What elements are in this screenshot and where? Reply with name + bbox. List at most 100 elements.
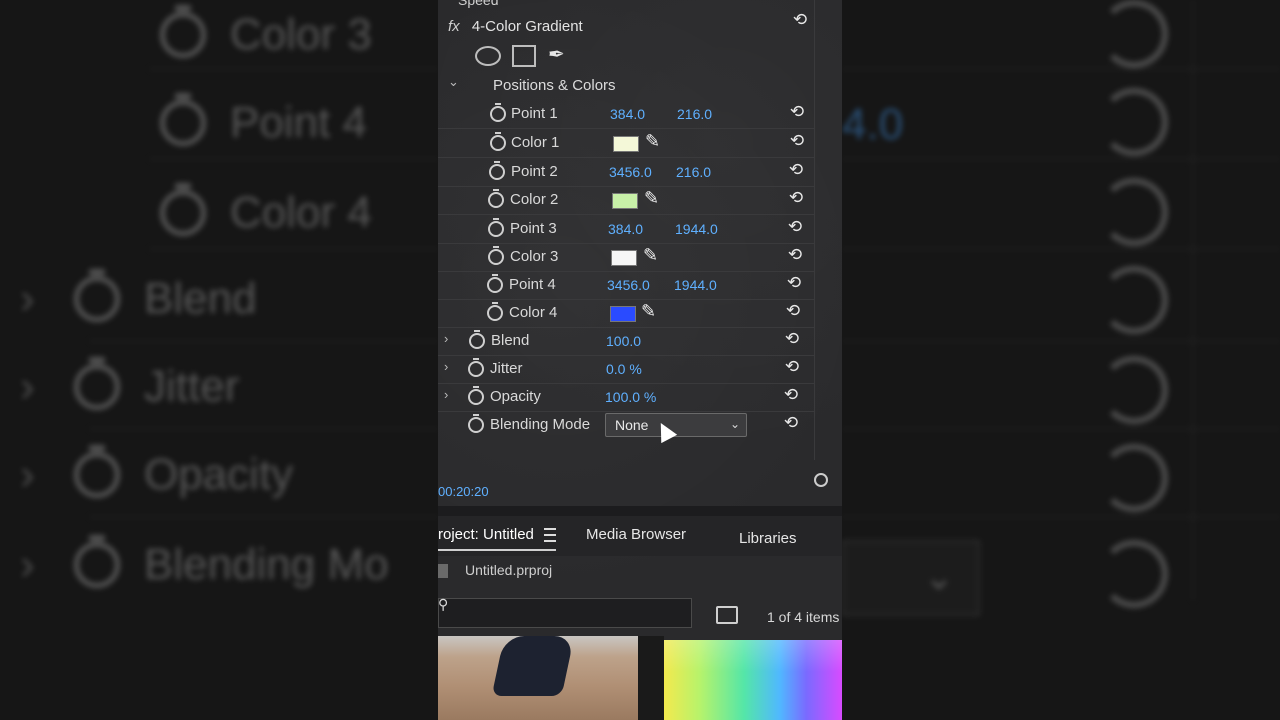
- reset-icon[interactable]: ⟲: [788, 189, 804, 206]
- timecode[interactable]: 00:20:20: [438, 484, 489, 499]
- tab-project[interactable]: roject: Untitled: [438, 526, 534, 543]
- premiere-panel: Speed fx 4-Color Gradient ⟲ ✒ ⌄ Position…: [438, 0, 842, 720]
- bg-row: › Opacity: [20, 445, 294, 499]
- tab-libraries[interactable]: Libraries: [739, 530, 797, 547]
- param-row-point-3: Point 3 384.0 1944.0 ⟲: [438, 215, 814, 244]
- effect-controls: Speed fx 4-Color Gradient ⟲ ✒ ⌄ Position…: [438, 0, 842, 488]
- reset-icon[interactable]: ⟲: [789, 103, 805, 120]
- eyedropper-icon[interactable]: ✎: [643, 245, 663, 267]
- reset-icon[interactable]: ⟲: [788, 161, 804, 178]
- param-label: Color 4: [509, 304, 558, 321]
- stopwatch-icon[interactable]: [488, 189, 504, 208]
- chevron-down-icon[interactable]: ⌄: [448, 74, 459, 90]
- param-label: Point 4: [509, 276, 556, 293]
- bg-value: 4.0: [842, 100, 904, 149]
- menu-icon[interactable]: [544, 528, 556, 542]
- reset-icon[interactable]: ⟲: [792, 11, 808, 28]
- param-row-point-2: Point 2 3456.0 216.0 ⟲: [438, 158, 814, 187]
- x-value[interactable]: 384.0: [608, 221, 643, 237]
- eyedropper-icon[interactable]: ✎: [645, 131, 665, 153]
- rectangle-mask-icon[interactable]: [512, 45, 536, 67]
- param-row-opacity: › Opacity 100.0 % ⟲: [438, 383, 814, 412]
- param-label: Opacity: [490, 388, 541, 405]
- param-label: Color 2: [510, 191, 559, 208]
- param-row-color-2: Color 2 ✎ ⟲: [438, 186, 814, 215]
- ellipse-mask-icon[interactable]: [475, 46, 501, 66]
- stopwatch-icon[interactable]: [487, 274, 503, 293]
- reset-icon[interactable]: ⟲: [783, 414, 799, 431]
- param-row-color-1: Color 1 ✎ ⟲: [438, 129, 814, 158]
- color-swatch[interactable]: [611, 250, 637, 266]
- reset-icon[interactable]: ⟲: [783, 386, 799, 403]
- x-value[interactable]: 384.0: [610, 106, 645, 122]
- stopwatch-icon[interactable]: [487, 302, 503, 321]
- bg-reset-icon: [1100, 266, 1168, 334]
- param-row-color-4: Color 4 ✎ ⟲: [438, 299, 814, 328]
- bg-reset-icon: [1100, 444, 1168, 512]
- reset-icon[interactable]: ⟲: [784, 358, 800, 375]
- eyedropper-icon[interactable]: ✎: [641, 301, 661, 323]
- x-value[interactable]: 3456.0: [609, 164, 652, 180]
- jitter-value[interactable]: 0.0 %: [606, 361, 642, 377]
- bg-row: › Jitter: [20, 357, 240, 411]
- stopwatch-icon[interactable]: [490, 103, 506, 122]
- reset-icon[interactable]: ⟲: [789, 132, 805, 149]
- y-value[interactable]: 1944.0: [674, 277, 717, 293]
- tab-media-browser[interactable]: Media Browser: [586, 526, 686, 543]
- eyedropper-icon[interactable]: ✎: [644, 188, 664, 210]
- project-file-name: Untitled.prproj: [465, 562, 553, 578]
- effect-name: 4-Color Gradient: [471, 18, 583, 35]
- reset-icon[interactable]: ⟲: [786, 274, 802, 291]
- param-row-blending-mode: Blending Mode None ⌄ ⟲: [438, 411, 814, 439]
- stopwatch-icon[interactable]: [468, 386, 484, 405]
- chevron-right-icon[interactable]: ›: [444, 331, 448, 346]
- bg-reset-icon: [1100, 0, 1168, 68]
- chevron-right-icon[interactable]: ›: [444, 359, 448, 374]
- pen-mask-icon[interactable]: ✒: [548, 42, 565, 67]
- scroll-handle[interactable]: [814, 473, 828, 487]
- param-row-blend: › Blend 100.0 ⟲: [438, 327, 814, 356]
- search-input[interactable]: [438, 598, 692, 628]
- reset-icon[interactable]: ⟲: [787, 218, 803, 235]
- y-value[interactable]: 1944.0: [675, 221, 718, 237]
- bg-row: › Blend: [20, 269, 257, 323]
- items-count: 1 of 4 items: [767, 609, 840, 625]
- divider: [814, 0, 815, 460]
- blend-value[interactable]: 100.0: [606, 333, 641, 349]
- thumbnail-divider: [638, 636, 664, 720]
- stopwatch-icon[interactable]: [468, 414, 484, 433]
- stopwatch-icon[interactable]: [488, 246, 504, 265]
- color-swatch[interactable]: [613, 136, 639, 152]
- y-value[interactable]: 216.0: [676, 164, 711, 180]
- x-value[interactable]: 3456.0: [607, 277, 650, 293]
- clip-thumbnail[interactable]: [438, 636, 638, 720]
- fx-icon[interactable]: fx: [448, 18, 460, 35]
- stopwatch-icon[interactable]: [490, 132, 506, 151]
- bg-row: Color 3: [160, 5, 372, 60]
- y-value[interactable]: 216.0: [677, 106, 712, 122]
- stopwatch-icon[interactable]: [469, 330, 485, 349]
- bg-dropdown: ⌄: [842, 540, 980, 616]
- active-tab-indicator: [438, 549, 556, 551]
- new-bin-icon[interactable]: [716, 606, 738, 624]
- param-label: Color 1: [511, 134, 560, 151]
- section-label: Positions & Colors: [493, 77, 616, 94]
- bg-row: › Blending Mo: [20, 535, 389, 589]
- opacity-value[interactable]: 100.0 %: [605, 389, 656, 405]
- param-label: Point 2: [511, 163, 558, 180]
- bg-reset-icon: [1100, 88, 1168, 156]
- gradient-thumbnail[interactable]: [664, 640, 842, 720]
- reset-icon[interactable]: ⟲: [787, 246, 803, 263]
- stopwatch-icon[interactable]: [488, 218, 504, 237]
- chevron-down-icon: ⌄: [729, 417, 740, 431]
- param-row-point-4: Point 4 3456.0 1944.0 ⟲: [438, 271, 814, 300]
- color-swatch[interactable]: [612, 193, 638, 209]
- reset-icon[interactable]: ⟲: [785, 302, 801, 319]
- color-swatch[interactable]: [610, 306, 636, 322]
- search-icon: ⚲: [438, 596, 449, 612]
- effect-header[interactable]: fx 4-Color Gradient: [448, 18, 583, 35]
- stopwatch-icon[interactable]: [489, 161, 505, 180]
- reset-icon[interactable]: ⟲: [784, 330, 800, 347]
- chevron-right-icon[interactable]: ›: [444, 387, 448, 402]
- stopwatch-icon[interactable]: [468, 358, 484, 377]
